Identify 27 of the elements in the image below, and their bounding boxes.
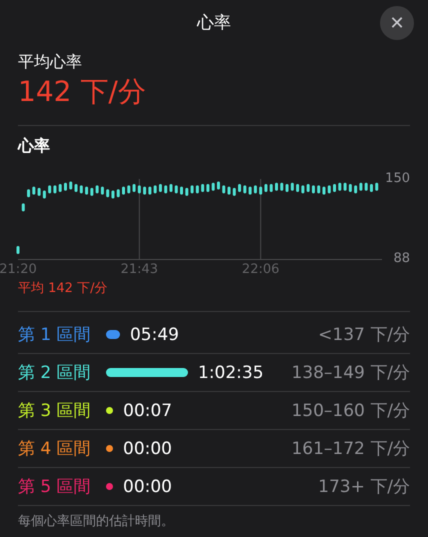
zone-time: 00:00 (123, 476, 172, 496)
footnote: 每個心率區間的估計時間。 (18, 513, 175, 530)
zone-time: 1:02:35 (198, 362, 264, 382)
zone-time: 00:07 (123, 400, 172, 420)
zone-label: 第 2 區間 (18, 362, 92, 384)
close-button[interactable]: ✕ (380, 6, 414, 40)
average-value: 142 下/分 (18, 74, 147, 110)
zone-range: 150–160 下/分 (291, 400, 410, 422)
zone-label: 第 4 區間 (18, 438, 92, 460)
zone-label: 第 5 區間 (18, 476, 92, 498)
zone-range: 161–172 下/分 (291, 438, 410, 460)
zone-label: 第 1 區間 (18, 324, 92, 346)
zone-range: 138–149 下/分 (291, 362, 410, 384)
window-title: 心率 (197, 12, 231, 34)
axis-label: 21:43 (120, 262, 158, 277)
zone-range: <137 下/分 (318, 324, 410, 346)
zone-range: 173+ 下/分 (318, 476, 410, 498)
zone-time: 00:00 (123, 438, 172, 458)
chart-title: 心率 (18, 136, 51, 157)
axis-label: 22:06 (242, 262, 280, 277)
axis-label: 150 (385, 171, 410, 187)
average-note: 平均 142 下/分 (18, 280, 108, 297)
axis-label: 88 (393, 251, 410, 267)
zone-label: 第 3 區間 (18, 400, 92, 422)
zone-time: 05:49 (130, 324, 179, 344)
average-label: 平均心率 (18, 52, 83, 73)
axis-label: 21:20 (0, 262, 37, 277)
